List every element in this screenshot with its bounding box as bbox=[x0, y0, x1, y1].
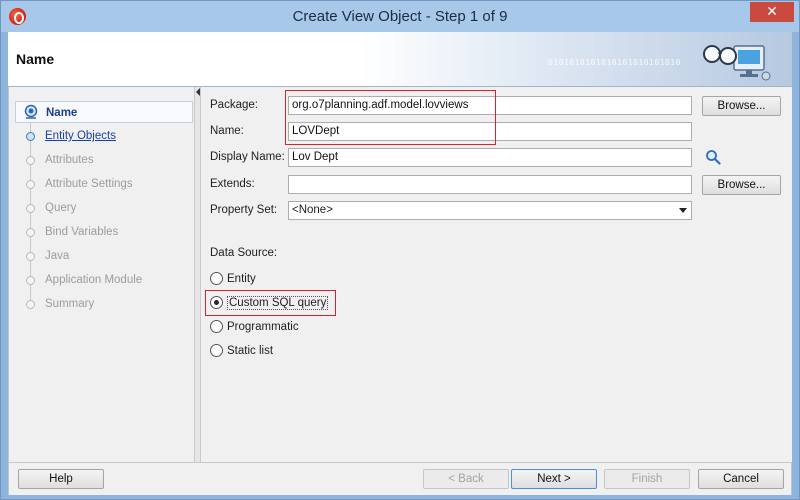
radio-static-list[interactable]: Static list bbox=[210, 343, 273, 359]
wizard-steps-nav: Name Entity Objects Attributes Attribute… bbox=[9, 87, 195, 462]
property-set-select[interactable]: <None> bbox=[288, 201, 692, 220]
package-browse-button[interactable]: Browse... bbox=[702, 96, 781, 116]
radio-label: Programmatic bbox=[227, 321, 299, 333]
nav-step-label: Application Module bbox=[45, 274, 143, 286]
wizard-header: Name 0101010101010101010101010 bbox=[8, 32, 792, 87]
nav-step-application-module: Application Module bbox=[15, 269, 193, 291]
extends-browse-button[interactable]: Browse... bbox=[702, 175, 781, 195]
radio-entity[interactable]: Entity bbox=[210, 271, 256, 287]
header-title: Name bbox=[16, 51, 55, 67]
wizard-footer: Help < Back Next > Finish Cancel bbox=[8, 462, 792, 495]
step-dot-icon bbox=[26, 228, 35, 237]
nav-step-name[interactable]: Name bbox=[15, 101, 193, 123]
pane-splitter[interactable] bbox=[195, 87, 201, 462]
step-dot-icon bbox=[26, 156, 35, 165]
nav-step-label: Attribute Settings bbox=[45, 178, 133, 190]
next-button[interactable]: Next > bbox=[511, 469, 597, 489]
nav-step-label: Name bbox=[46, 107, 78, 119]
title-bar[interactable]: Create View Object - Step 1 of 9 ✕ bbox=[1, 1, 799, 32]
custom-sql-highlight bbox=[205, 290, 336, 316]
step-dot-icon bbox=[26, 132, 35, 141]
package-name-highlight bbox=[285, 90, 496, 145]
nav-step-label: Bind Variables bbox=[45, 226, 119, 238]
step-dot-icon bbox=[26, 276, 35, 285]
radio-button-icon[interactable] bbox=[210, 272, 223, 286]
back-button[interactable]: < Back bbox=[423, 469, 509, 489]
radio-programmatic[interactable]: Programmatic bbox=[210, 319, 299, 335]
radio-label: Entity bbox=[227, 273, 256, 285]
property-set-label: Property Set: bbox=[210, 204, 278, 216]
step-dot-icon bbox=[26, 252, 35, 261]
nav-step-summary: Summary bbox=[15, 293, 193, 315]
help-button[interactable]: Help bbox=[18, 469, 104, 489]
nav-step-label: Entity Objects bbox=[45, 130, 116, 142]
nav-step-query: Query bbox=[15, 197, 193, 219]
display-name-label: Display Name: bbox=[210, 151, 285, 163]
nav-step-attributes: Attributes bbox=[15, 149, 193, 171]
package-label: Package: bbox=[210, 99, 258, 111]
search-icon[interactable] bbox=[705, 149, 721, 165]
nav-step-label: Attributes bbox=[45, 154, 94, 166]
step-dot-icon bbox=[26, 204, 35, 213]
nav-step-entity-objects[interactable]: Entity Objects bbox=[15, 125, 193, 147]
step-dot-icon bbox=[26, 300, 35, 309]
nav-step-attribute-settings: Attribute Settings bbox=[15, 173, 193, 195]
cancel-button[interactable]: Cancel bbox=[698, 469, 784, 489]
binary-decoration: 0101010101010101010101010 bbox=[548, 58, 681, 67]
form-pane: Package: org.o7planning.adf.model.lovvie… bbox=[202, 87, 792, 462]
collapse-arrow-icon[interactable] bbox=[196, 88, 200, 96]
property-set-value: <None> bbox=[292, 204, 333, 216]
extends-label: Extends: bbox=[210, 178, 255, 190]
extends-input[interactable] bbox=[288, 175, 692, 194]
radio-button-icon[interactable] bbox=[210, 344, 223, 358]
chevron-down-icon bbox=[679, 208, 687, 213]
name-label: Name: bbox=[210, 125, 244, 137]
wizard-glasses-screen-icon bbox=[703, 45, 771, 81]
current-step-icon bbox=[24, 104, 38, 119]
nav-step-java: Java bbox=[15, 245, 193, 267]
radio-label: Static list bbox=[227, 345, 274, 357]
display-name-input[interactable]: Lov Dept bbox=[288, 148, 692, 167]
wizard-body: Name Entity Objects Attributes Attribute… bbox=[8, 87, 792, 462]
finish-button[interactable]: Finish bbox=[604, 469, 690, 489]
nav-step-label: Summary bbox=[45, 298, 95, 310]
step-dot-icon bbox=[26, 180, 35, 189]
radio-button-icon[interactable] bbox=[210, 320, 223, 334]
dialog-window: Create View Object - Step 1 of 9 ✕ Name … bbox=[0, 0, 800, 500]
close-button[interactable]: ✕ bbox=[750, 2, 794, 22]
nav-step-bind-variables: Bind Variables bbox=[15, 221, 193, 243]
nav-step-label: Java bbox=[45, 250, 70, 262]
data-source-label: Data Source: bbox=[210, 247, 278, 259]
nav-step-label: Query bbox=[45, 202, 77, 214]
window-title: Create View Object - Step 1 of 9 bbox=[292, 8, 508, 25]
